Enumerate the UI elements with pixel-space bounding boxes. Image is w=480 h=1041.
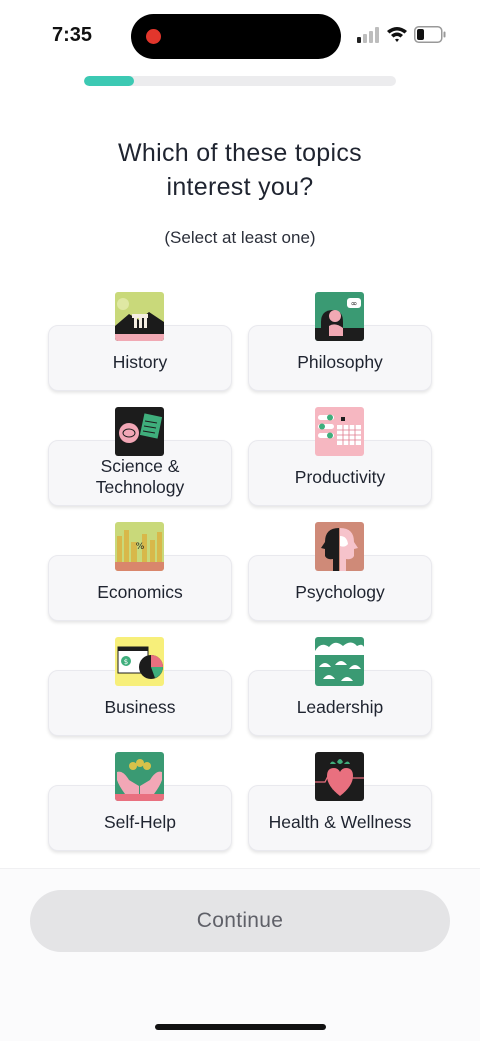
battery-icon [414,26,446,43]
progress-fill [84,76,134,86]
dynamic-island [131,14,341,59]
page-subtitle: (Select at least one) [164,228,316,247]
temple-icon [115,292,164,341]
status-bar: 7:35 [0,0,480,72]
chip-icon [115,407,164,456]
home-indicator[interactable] [155,1024,326,1030]
topic-label-line-1: Science & [100,456,180,476]
continue-button[interactable]: Continue [30,890,450,952]
page-title: Which of these topics interest you? [60,136,420,204]
onboarding-progress-bar [84,76,396,86]
status-time: 7:35 [52,24,93,46]
topic-label-line-2: Technology [95,477,185,497]
dashboard-icon: $ [115,637,164,686]
parachutes-icon [315,637,364,686]
title-line-2: interest you? [166,173,314,201]
svg-text:∞: ∞ [351,299,358,308]
wifi-icon [387,27,407,42]
svg-text:$: $ [124,658,128,666]
hands-icon [115,752,164,801]
title-line-1: Which of these topics [118,139,362,167]
recording-indicator-icon [146,29,161,44]
city-icon: % [115,522,164,571]
thinker-icon: ∞ [315,292,364,341]
heart-icon [315,752,364,801]
planner-icon [315,407,364,456]
profiles-icon [315,522,364,571]
svg-text:%: % [136,542,145,552]
cellular-signal-icon [357,27,379,43]
